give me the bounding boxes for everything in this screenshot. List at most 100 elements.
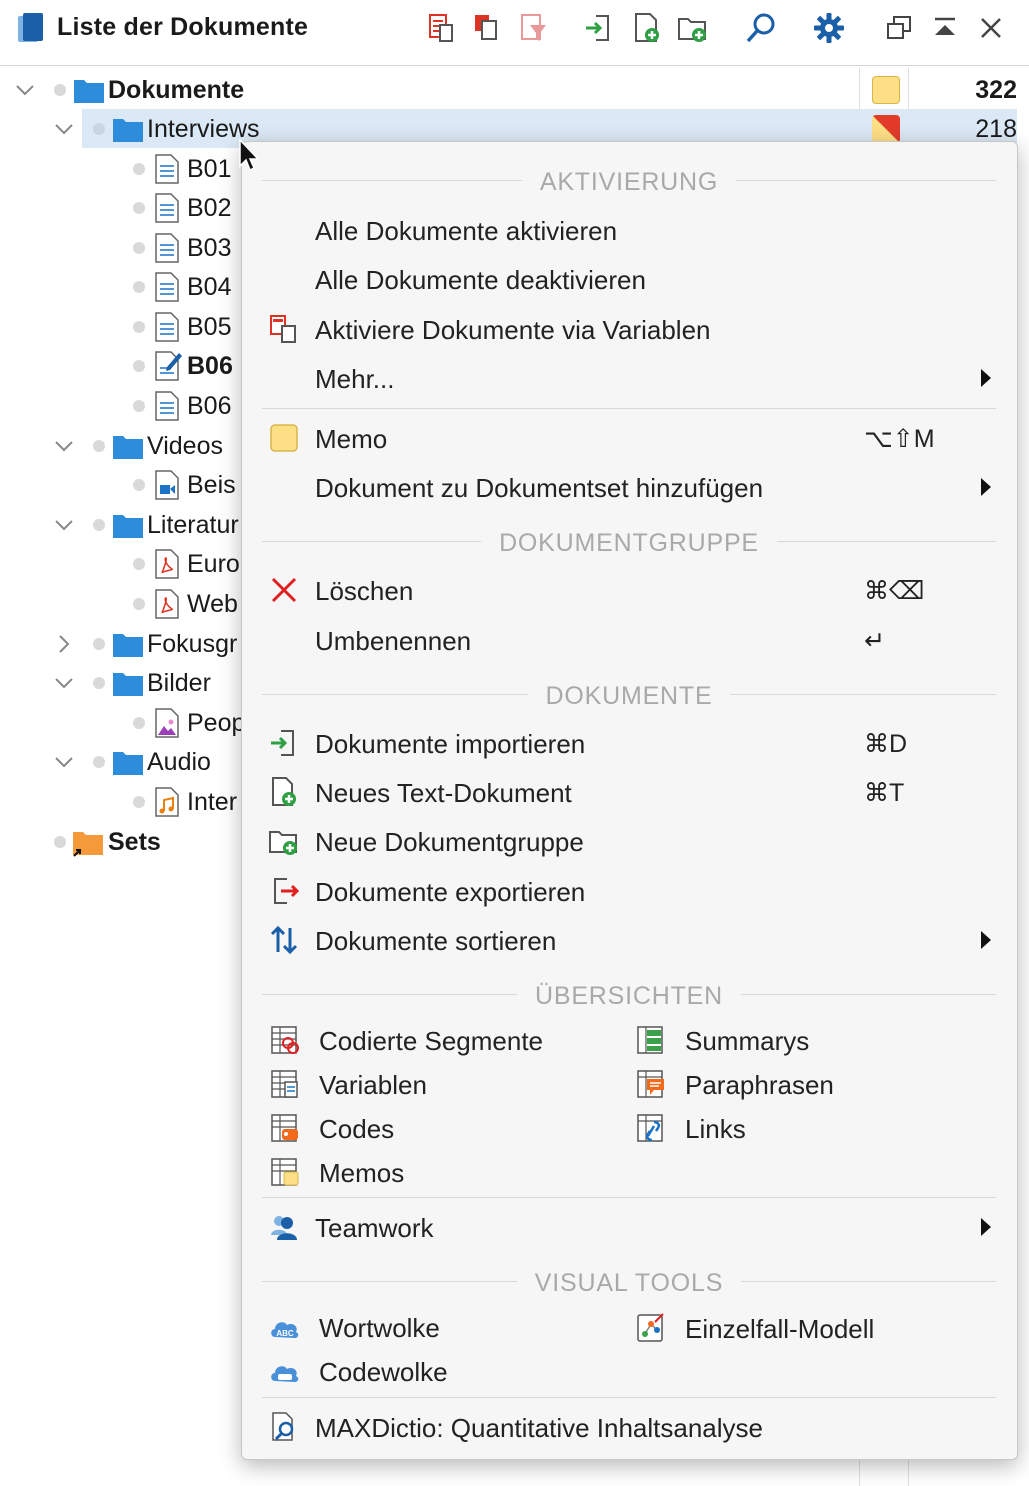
menu-item-export-documents[interactable]: Dokumente exportieren (242, 868, 1017, 914)
menu-item-new-document-group[interactable]: Neue Dokumentgruppe (242, 818, 1017, 864)
sort-icon (270, 925, 298, 955)
teamwork-icon (271, 1216, 297, 1240)
menu-item-activate-via-variables[interactable]: Aktiviere Dokumente via Variablen (242, 306, 1017, 352)
context-menu: AKTIVIERUNG Alle Dokumente aktivieren Al… (241, 141, 1018, 1460)
code-cloud-icon (271, 1366, 299, 1382)
chevron-down-icon[interactable] (52, 117, 76, 141)
activation-dot[interactable] (93, 123, 105, 135)
menu-item-add-to-document-set[interactable]: Dokument zu Dokumentset hinzufügen (242, 464, 1017, 510)
activation-dot[interactable] (133, 400, 145, 412)
memo-icon[interactable] (872, 76, 900, 104)
tree-label-doc: Beis (187, 471, 236, 499)
menu-item-summarys[interactable]: Summarys (635, 1018, 965, 1062)
undock-button[interactable] (878, 8, 920, 48)
activation-dot[interactable] (133, 202, 145, 214)
settings-button[interactable] (808, 8, 850, 48)
activation-dot[interactable] (93, 638, 105, 650)
chevron-down-icon[interactable] (52, 434, 76, 458)
new-doc-group-icon (269, 831, 297, 855)
menu-item-import-documents[interactable]: Dokumente importieren ⌘D (242, 720, 1017, 766)
search-button[interactable] (740, 8, 782, 48)
activation-dot[interactable] (54, 836, 66, 848)
image-document-icon (155, 708, 179, 738)
activation-dot[interactable] (93, 440, 105, 452)
menu-item-codes[interactable]: Codes (269, 1106, 599, 1150)
collapse-button[interactable] (924, 8, 966, 48)
menu-item-coded-segments[interactable]: Codierte Segmente (269, 1018, 599, 1062)
filter-button[interactable] (512, 8, 554, 48)
chevron-down-icon[interactable] (13, 78, 37, 102)
menu-item-memo[interactable]: Memo ⌥⇧M (242, 415, 1017, 461)
activation-dot[interactable] (133, 360, 145, 372)
import-icon (586, 15, 609, 41)
new-doc-group-icon (678, 18, 706, 42)
activation-dot[interactable] (93, 756, 105, 768)
activation-dot[interactable] (133, 717, 145, 729)
folder-icon (113, 673, 143, 696)
title-bar: Liste der Dokumente (0, 0, 1029, 66)
chevron-down-icon[interactable] (52, 513, 76, 537)
tree-label-videos: Videos (147, 432, 223, 460)
single-case-model-icon (637, 1313, 664, 1342)
menu-item-wortwolke[interactable]: ABC Wortwolke (269, 1305, 599, 1349)
sets-folder-icon (73, 832, 103, 857)
mouse-cursor-icon (239, 138, 260, 172)
section-header-aktivierung: AKTIVIERUNG (262, 168, 996, 196)
menu-item-rename[interactable]: Umbenennen ↵ (242, 617, 1017, 663)
menu-separator (262, 408, 996, 409)
doc-count-root: 322 (975, 76, 1017, 104)
menu-item-new-text-document[interactable]: Neues Text-Dokument ⌘T (242, 769, 1017, 815)
activation-dot[interactable] (133, 163, 145, 175)
section-header-uebersichten: ÜBERSICHTEN (262, 982, 996, 1010)
section-header-visual-tools: VISUAL TOOLS (262, 1269, 996, 1297)
new-text-doc-button[interactable] (626, 8, 668, 48)
activation-dot[interactable] (133, 242, 145, 254)
text-document-icon (155, 272, 179, 302)
menu-item-activate-all[interactable]: Alle Dokumente aktivieren (242, 207, 1017, 253)
import-button[interactable] (578, 8, 620, 48)
chevron-down-icon[interactable] (52, 750, 76, 774)
menu-item-maxdictio[interactable]: MAXDictio: Quantitative Inhaltsanalyse (242, 1404, 1017, 1450)
menu-item-sort-documents[interactable]: Dokumente sortieren (242, 917, 1017, 963)
copy-docs-button[interactable] (466, 8, 508, 48)
tree-label-sets: Sets (108, 828, 161, 856)
new-doc-group-button[interactable] (672, 8, 714, 48)
shortcut-delete: ⌘⌫ (864, 577, 925, 605)
activation-dot[interactable] (133, 796, 145, 808)
shortcut-new-text: ⌘T (864, 779, 905, 807)
undock-icon (887, 16, 911, 39)
activate-by-variables-button[interactable] (420, 8, 462, 48)
activation-dot[interactable] (133, 479, 145, 491)
menu-item-more[interactable]: Mehr... (242, 355, 1017, 401)
chevron-right-icon[interactable] (52, 632, 76, 656)
chevron-down-icon[interactable] (52, 671, 76, 695)
codes-table-icon (271, 1114, 298, 1142)
memo-partial-icon[interactable] (872, 115, 900, 143)
menu-item-einzelfall-modell[interactable]: Einzelfall-Modell (635, 1306, 995, 1350)
menu-item-deactivate-all[interactable]: Alle Dokumente deaktivieren (242, 256, 1017, 302)
activation-dot[interactable] (93, 519, 105, 531)
menu-item-delete[interactable]: Löschen ⌘⌫ (242, 567, 1017, 613)
coded-segments-table-icon (271, 1026, 299, 1054)
activation-dot[interactable] (133, 321, 145, 333)
submenu-arrow-icon (981, 931, 991, 949)
menu-item-teamwork[interactable]: Teamwork (242, 1204, 1017, 1250)
activation-dot[interactable] (133, 598, 145, 610)
tree-label-doc: Euro (187, 550, 240, 578)
tree-label-literatur: Literatur (147, 511, 239, 539)
activation-dot[interactable] (54, 84, 66, 96)
menu-item-memos[interactable]: Memos (269, 1150, 599, 1194)
tree-label-doc: B02 (187, 194, 232, 222)
paraphrases-table-icon (637, 1070, 664, 1098)
close-button[interactable] (970, 8, 1012, 48)
activation-dot[interactable] (93, 677, 105, 689)
menu-item-variables[interactable]: Variablen (269, 1062, 599, 1106)
menu-item-paraphrasen[interactable]: Paraphrasen (635, 1062, 965, 1106)
menu-item-codewolke[interactable]: Codewolke (269, 1349, 599, 1393)
activation-dot[interactable] (133, 558, 145, 570)
menu-item-links[interactable]: Links (635, 1106, 965, 1150)
shortcut-import: ⌘D (864, 730, 908, 758)
tree-row-root[interactable]: Dokumente 322 (0, 70, 1029, 109)
activation-dot[interactable] (133, 281, 145, 293)
document-list-icon (18, 13, 43, 42)
